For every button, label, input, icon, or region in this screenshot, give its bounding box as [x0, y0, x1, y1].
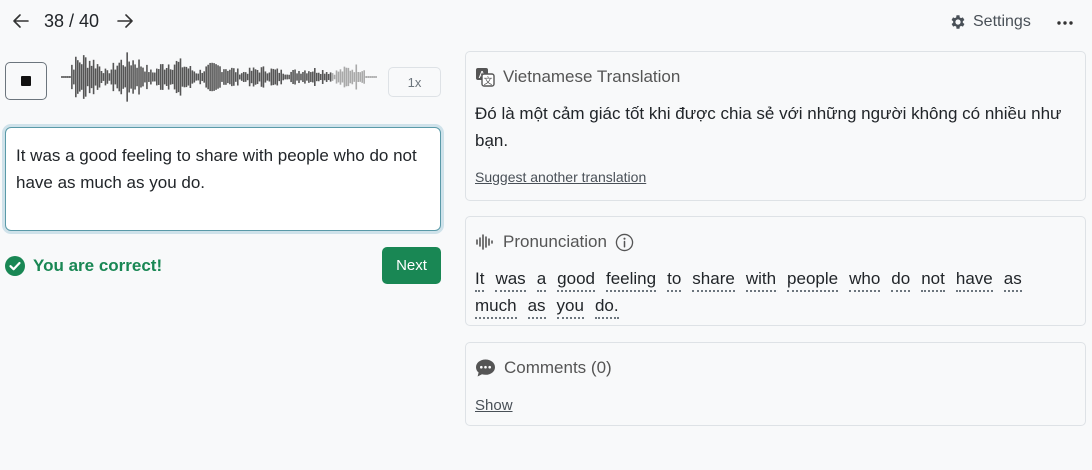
pronunciation-word[interactable]: much: [475, 296, 517, 319]
answer-input[interactable]: It was a good feeling to share with peop…: [5, 127, 441, 231]
pronunciation-header: Pronunciation: [475, 232, 634, 252]
info-icon[interactable]: [615, 233, 634, 252]
translation-text: Đó là một cảm giác tốt khi được chia sẻ …: [475, 104, 1062, 150]
previous-button[interactable]: [10, 9, 32, 33]
settings-label: Settings: [973, 13, 1031, 30]
correct-feedback: You are correct!: [5, 256, 162, 276]
suggest-translation-link[interactable]: Suggest another translation: [475, 169, 646, 185]
chat-bubble-icon: [476, 359, 495, 377]
sound-wave-icon: [476, 234, 493, 250]
check-circle-icon: [5, 256, 25, 276]
svg-text:文: 文: [483, 75, 492, 87]
comments-card: Comments (0) Show: [465, 342, 1086, 426]
pronunciation-words: It was a good feeling to share with people who do n…: [475, 265, 1075, 319]
arrow-right-icon: [117, 14, 133, 28]
translation-title: Vietnamese Translation: [503, 67, 681, 86]
pronunciation-word[interactable]: as: [527, 296, 546, 319]
pronunciation-word[interactable]: a: [536, 269, 547, 292]
arrow-left-icon: [13, 14, 29, 28]
pronunciation-word[interactable]: you: [556, 296, 584, 319]
audio-waveform[interactable]: [60, 50, 380, 104]
pronunciation-word[interactable]: people: [787, 269, 839, 292]
playback-speed-button[interactable]: 1x: [388, 67, 441, 97]
stop-icon: [21, 76, 31, 86]
pronunciation-word[interactable]: as: [1003, 269, 1022, 292]
next-button[interactable]: Next: [382, 247, 441, 284]
pronunciation-word[interactable]: not: [921, 269, 945, 292]
translate-icon: A 文: [476, 68, 495, 87]
gear-icon: [951, 15, 965, 29]
pronunciation-word[interactable]: was: [495, 269, 526, 292]
pronunciation-word[interactable]: with: [745, 269, 777, 292]
comments-title: Comments (0): [504, 358, 612, 377]
pronunciation-word[interactable]: do: [891, 269, 911, 292]
correct-message: You are correct!: [33, 256, 163, 275]
pronunciation-word[interactable]: have: [955, 269, 993, 292]
settings-button[interactable]: Settings: [949, 13, 1031, 31]
pronunciation-card: Pronunciation It was a good feeling to share wi…: [465, 216, 1086, 326]
stop-button[interactable]: [5, 62, 47, 100]
pronunciation-word[interactable]: share: [692, 269, 735, 292]
show-comments-link[interactable]: Show: [475, 397, 513, 414]
pronunciation-title: Pronunciation: [503, 232, 607, 251]
ellipsis-icon: [1057, 21, 1073, 25]
pronunciation-word[interactable]: good: [557, 269, 595, 292]
translation-card: A 文 Vietnamese Translation Đó là một cảm…: [465, 51, 1086, 201]
pronunciation-word[interactable]: do.: [594, 296, 619, 319]
comments-header: Comments (0): [475, 358, 612, 378]
lesson-counter: 38 / 40: [44, 11, 100, 31]
pronunciation-word[interactable]: It: [475, 269, 485, 292]
pronunciation-word[interactable]: who: [849, 269, 881, 292]
next-item-button[interactable]: [114, 9, 136, 33]
translation-header: A 文 Vietnamese Translation: [475, 67, 680, 87]
pronunciation-word[interactable]: to: [667, 269, 682, 292]
pronunciation-word[interactable]: feeling: [605, 269, 657, 292]
top-bar: 38 / 40 Settings: [0, 0, 1092, 44]
more-menu-button[interactable]: [1056, 12, 1074, 33]
